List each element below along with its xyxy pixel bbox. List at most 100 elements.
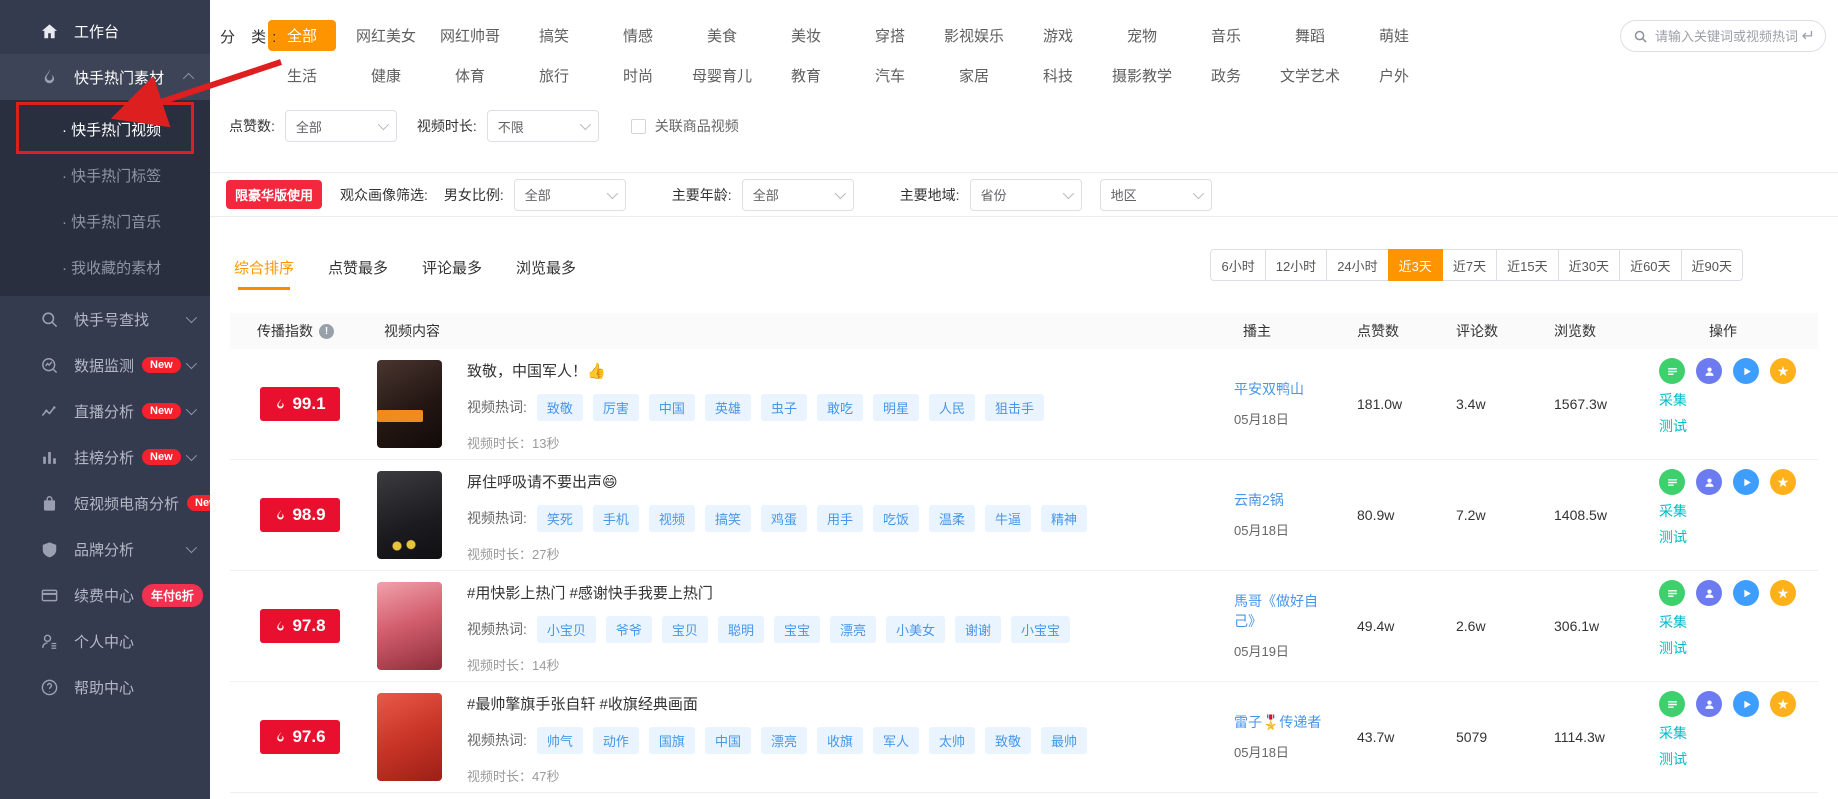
time-range-button[interactable]: 近90天	[1681, 249, 1743, 281]
category-item[interactable]: 摄影教学	[1112, 65, 1172, 86]
wordcloud-icon[interactable]	[1659, 469, 1685, 495]
hot-word-tag[interactable]: 致敬	[537, 394, 583, 421]
hot-word-tag[interactable]: 小美女	[886, 616, 945, 643]
audience-icon[interactable]	[1696, 469, 1722, 495]
hot-word-tag[interactable]: 收旗	[817, 727, 863, 754]
sidebar-item-hot-material[interactable]: 快手热门素材	[0, 54, 210, 100]
search-input[interactable]	[1655, 29, 1798, 44]
hot-word-tag[interactable]: 视频	[649, 505, 695, 532]
category-item[interactable]: 家居	[959, 65, 989, 86]
time-range-button[interactable]: 近30天	[1558, 249, 1620, 281]
category-item[interactable]: 搞笑	[539, 25, 569, 46]
wordcloud-icon[interactable]	[1659, 691, 1685, 717]
sidebar-item-account-search[interactable]: 快手号查找	[0, 296, 210, 342]
hot-word-tag[interactable]: 明星	[873, 394, 919, 421]
hot-word-tag[interactable]: 搞笑	[705, 505, 751, 532]
hot-word-tag[interactable]: 鸡蛋	[761, 505, 807, 532]
category-item[interactable]: 汽车	[875, 65, 905, 86]
category-item[interactable]: 文学艺术	[1280, 65, 1340, 86]
category-item[interactable]: 情感	[623, 25, 653, 46]
category-item[interactable]: 教育	[791, 65, 821, 86]
video-thumbnail[interactable]	[377, 582, 442, 670]
time-range-button[interactable]: 6小时	[1210, 249, 1265, 281]
hot-word-tag[interactable]: 牛逼	[985, 505, 1031, 532]
hot-word-tag[interactable]: 动作	[593, 727, 639, 754]
category-item[interactable]: 美食	[707, 25, 737, 46]
hot-word-tag[interactable]: 漂亮	[830, 616, 876, 643]
hot-word-tag[interactable]: 帅气	[537, 727, 583, 754]
tab-most-views[interactable]: 浏览最多	[516, 257, 576, 290]
goods-video-checkbox[interactable]	[631, 119, 646, 134]
hot-word-tag[interactable]: 中国	[705, 727, 751, 754]
collect-link[interactable]: 采集	[1659, 612, 1818, 632]
category-item[interactable]: 旅行	[539, 65, 569, 86]
hot-word-tag[interactable]: 狙击手	[985, 394, 1044, 421]
sidebar-item-hot-music[interactable]: · 快手热门音乐	[0, 198, 210, 244]
hot-word-tag[interactable]: 谢谢	[955, 616, 1001, 643]
hot-word-tag[interactable]: 笑死	[537, 505, 583, 532]
test-link[interactable]: 测试	[1659, 416, 1818, 436]
test-link[interactable]: 测试	[1659, 638, 1818, 658]
category-item[interactable]: 科技	[1043, 65, 1073, 86]
hot-word-tag[interactable]: 中国	[649, 394, 695, 421]
category-item[interactable]: 穿搭	[875, 25, 905, 46]
hot-word-tag[interactable]: 英雄	[705, 394, 751, 421]
category-item[interactable]: 体育	[455, 65, 485, 86]
star-icon[interactable]: ★	[1770, 580, 1796, 606]
enter-icon[interactable]: ↵	[1802, 26, 1815, 46]
sidebar-item-rank-analysis[interactable]: 挂榜分析 New	[0, 434, 210, 480]
hot-word-tag[interactable]: 吃饭	[873, 505, 919, 532]
hot-word-tag[interactable]: 太帅	[929, 727, 975, 754]
star-icon[interactable]: ★	[1770, 469, 1796, 495]
hot-word-tag[interactable]: 人民	[929, 394, 975, 421]
test-link[interactable]: 测试	[1659, 749, 1818, 769]
wordcloud-icon[interactable]	[1659, 358, 1685, 384]
hot-word-tag[interactable]: 手机	[593, 505, 639, 532]
category-item[interactable]: 母婴育儿	[692, 65, 752, 86]
sidebar-item-workbench[interactable]: 工作台	[0, 8, 210, 54]
sidebar-item-hot-videos[interactable]: · 快手热门视频	[0, 106, 210, 152]
play-icon[interactable]	[1733, 691, 1759, 717]
hot-word-tag[interactable]: 宝宝	[774, 616, 820, 643]
category-item[interactable]: 户外	[1379, 65, 1409, 86]
hot-word-tag[interactable]: 致敬	[985, 727, 1031, 754]
video-title[interactable]: #用快影上热门 #感谢快手我要上热门	[467, 582, 1070, 603]
hot-word-tag[interactable]: 精神	[1041, 505, 1087, 532]
hot-word-tag[interactable]: 小宝宝	[1011, 616, 1070, 643]
sidebar-item-data-monitor[interactable]: 数据监测 New	[0, 342, 210, 388]
hot-word-tag[interactable]: 敢吃	[817, 394, 863, 421]
audience-icon[interactable]	[1696, 580, 1722, 606]
age-select[interactable]: 全部	[742, 179, 854, 211]
time-range-button[interactable]: 12小时	[1265, 249, 1327, 281]
category-item[interactable]: 萌娃	[1379, 25, 1409, 46]
category-item[interactable]: 生活	[287, 65, 317, 86]
hot-word-tag[interactable]: 虫子	[761, 394, 807, 421]
category-item[interactable]: 政务	[1211, 65, 1241, 86]
sidebar-item-renew-center[interactable]: 续费中心 年付6折	[0, 572, 210, 618]
category-item[interactable]: 网红美女	[356, 25, 416, 46]
video-thumbnail[interactable]	[377, 693, 442, 781]
sidebar-item-hot-tags[interactable]: · 快手热门标签	[0, 152, 210, 198]
time-range-button[interactable]: 近15天	[1496, 249, 1558, 281]
hot-word-tag[interactable]: 漂亮	[761, 727, 807, 754]
duration-select[interactable]: 不限	[487, 110, 599, 142]
audience-icon[interactable]	[1696, 358, 1722, 384]
collect-link[interactable]: 采集	[1659, 390, 1818, 410]
hot-word-tag[interactable]: 厉害	[593, 394, 639, 421]
video-thumbnail[interactable]	[377, 471, 442, 559]
tab-most-likes[interactable]: 点赞最多	[328, 257, 388, 290]
tab-composite-sort[interactable]: 综合排序	[234, 257, 294, 290]
time-range-button-active[interactable]: 近3天	[1388, 249, 1443, 281]
author-link[interactable]: 云南2锅	[1234, 491, 1330, 511]
play-icon[interactable]	[1733, 358, 1759, 384]
likes-select[interactable]: 全部	[285, 110, 397, 142]
sidebar-item-ecommerce-analysis[interactable]: 短视频电商分析 New	[0, 480, 210, 526]
collect-link[interactable]: 采集	[1659, 501, 1818, 521]
sidebar-item-brand-analysis[interactable]: 品牌分析	[0, 526, 210, 572]
wordcloud-icon[interactable]	[1659, 580, 1685, 606]
author-link[interactable]: 馬哥《做好自己》	[1234, 592, 1330, 631]
tab-most-comments[interactable]: 评论最多	[422, 257, 482, 290]
author-link[interactable]: 平安双鸭山	[1234, 380, 1330, 400]
district-select[interactable]: 地区	[1100, 179, 1212, 211]
category-item[interactable]: 舞蹈	[1295, 25, 1325, 46]
